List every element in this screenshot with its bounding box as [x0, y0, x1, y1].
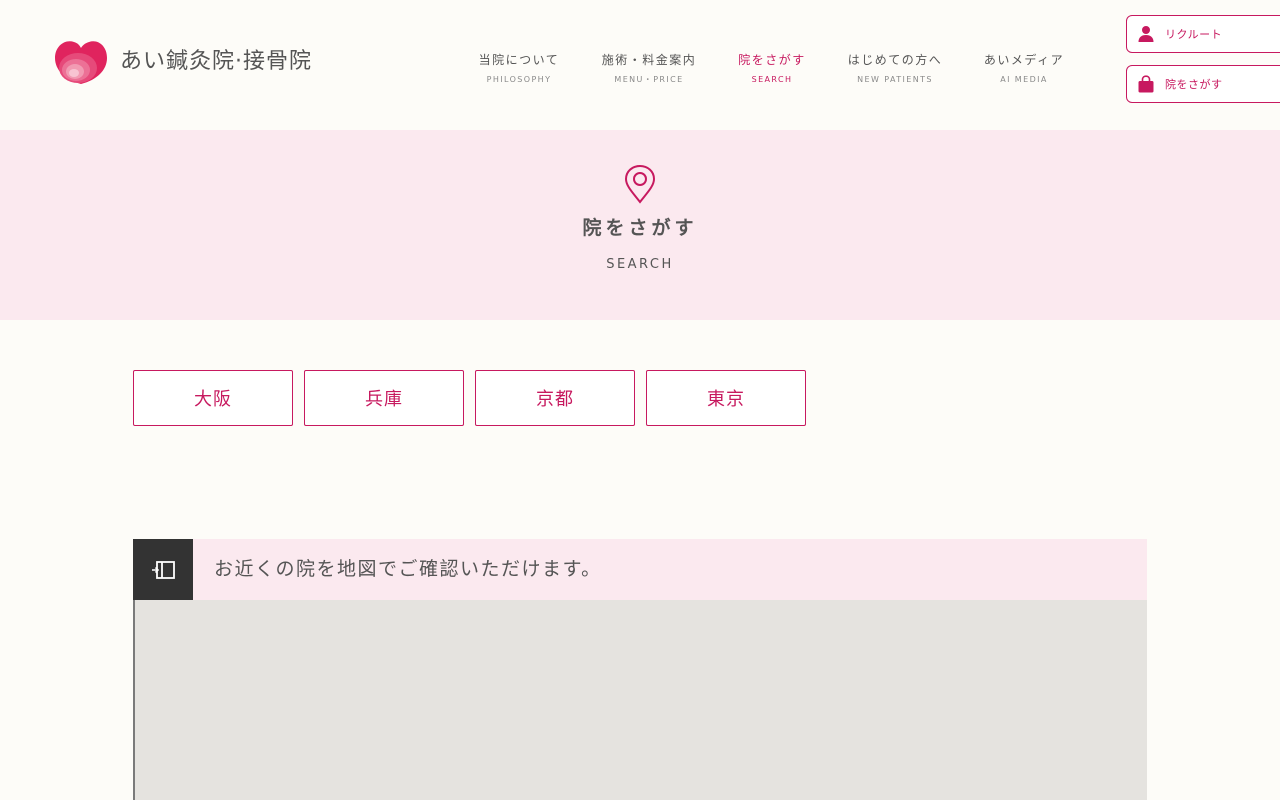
site-header: あい鍼灸院·接骨院 当院について PHILOSOPHY 施術・料金案内 MENU… — [0, 0, 1280, 130]
map-pin-icon — [624, 164, 656, 204]
nav-item-search[interactable]: 院をさがす SEARCH — [702, 52, 842, 85]
sidebar-toggle-button[interactable] — [133, 539, 193, 600]
bag-icon — [1138, 75, 1154, 93]
nav-sublabel: MENU・PRICE — [614, 75, 684, 84]
nav-item-philosophy[interactable]: 当院について PHILOSOPHY — [449, 52, 589, 85]
nav-label: 院をさがす — [738, 53, 806, 67]
page-hero: 院をさがす SEARCH — [0, 130, 1280, 320]
nav-sublabel: PHILOSOPHY — [486, 75, 552, 84]
find-clinic-button-label: 院をさがす — [1165, 78, 1223, 91]
sidebar-toggle-icon — [152, 560, 175, 579]
nav-label: はじめての方へ — [847, 53, 943, 67]
page-subtitle: SEARCH — [606, 257, 674, 272]
nav-item-new-patients[interactable]: はじめての方へ NEW PATIENTS — [825, 52, 965, 85]
region-button-hyogo[interactable]: 兵庫 — [304, 370, 464, 426]
map-canvas[interactable] — [133, 600, 1147, 800]
nav-sublabel: SEARCH — [751, 75, 793, 84]
main-nav: 当院について PHILOSOPHY 施術・料金案内 MENU・PRICE 院をさ… — [0, 52, 1120, 92]
nav-label: 当院について — [478, 53, 560, 67]
recruit-button-label: リクルート — [1165, 28, 1223, 41]
region-button-kyoto[interactable]: 京都 — [475, 370, 635, 426]
nav-item-ai-media[interactable]: あいメディア AI MEDIA — [954, 52, 1094, 85]
recruit-button[interactable]: リクルート — [1126, 15, 1280, 53]
nav-label: 施術・料金案内 — [601, 53, 697, 67]
map-caption: お近くの院を地図でご確認いただけます。 — [214, 558, 602, 580]
find-clinic-button[interactable]: 院をさがす — [1126, 65, 1280, 103]
person-icon — [1138, 26, 1154, 42]
region-button-osaka[interactable]: 大阪 — [133, 370, 293, 426]
page-title: 院をさがす — [582, 217, 698, 239]
nav-sublabel: NEW PATIENTS — [857, 75, 933, 84]
nav-sublabel: AI MEDIA — [1000, 75, 1048, 84]
nav-label: あいメディア — [983, 53, 1065, 67]
region-button-tokyo[interactable]: 東京 — [646, 370, 806, 426]
map-header: お近くの院を地図でご確認いただけます。 — [133, 539, 1147, 600]
map-section: お近くの院を地図でご確認いただけます。 — [133, 539, 1147, 800]
nav-item-menu-price[interactable]: 施術・料金案内 MENU・PRICE — [579, 52, 719, 85]
